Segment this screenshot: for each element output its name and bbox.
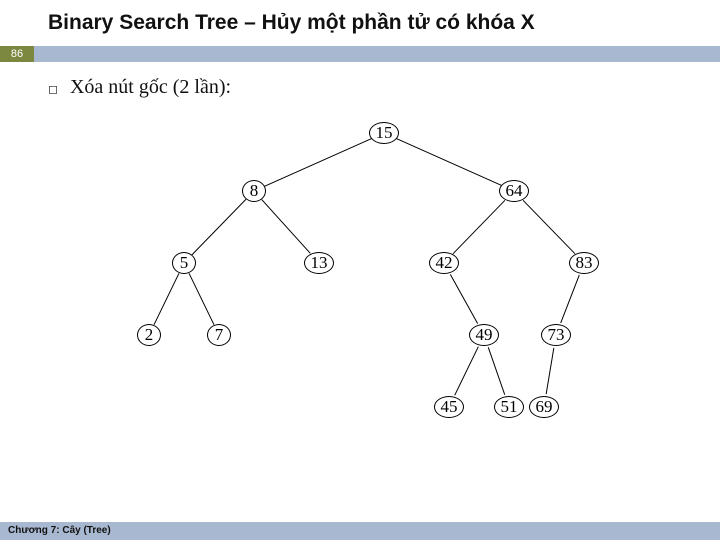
tree-node: 7	[207, 324, 231, 346]
tree-node: 83	[569, 252, 599, 274]
tree-node: 51	[494, 396, 524, 418]
tree-node: 64	[499, 180, 529, 202]
tree-node: 42	[429, 252, 459, 274]
content-area: ◻ Xóa nút gốc (2 lần): 15 8 64 5 13 42 83 2 7 49 7…	[0, 62, 720, 443]
tree-node: 49	[469, 324, 499, 346]
tree-node: 13	[304, 252, 334, 274]
tree-node: 15	[369, 122, 399, 144]
tree-node: 2	[137, 324, 161, 346]
tree-node: 45	[434, 396, 464, 418]
tree-node: 8	[242, 180, 266, 202]
bullet-item: ◻ Xóa nút gốc (2 lần):	[48, 76, 720, 99]
bullet-icon: ◻	[48, 82, 58, 96]
tree-node: 69	[529, 396, 559, 418]
bullet-text: Xóa nút gốc (2 lần):	[70, 76, 231, 99]
bst-tree-diagram: 15 8 64 5 13 42 83 2 7 49 73 45 5169	[104, 113, 664, 443]
page-number-badge: 86	[0, 46, 34, 62]
tree-node: 73	[541, 324, 571, 346]
slide-title: Binary Search Tree – Hủy một phần tử có …	[0, 0, 720, 42]
tree-node: 5	[172, 252, 196, 274]
footer-bar: Chương 7: Cây (Tree)	[0, 522, 720, 540]
divider-bar: 86	[0, 46, 720, 62]
tree-edges	[104, 113, 664, 443]
